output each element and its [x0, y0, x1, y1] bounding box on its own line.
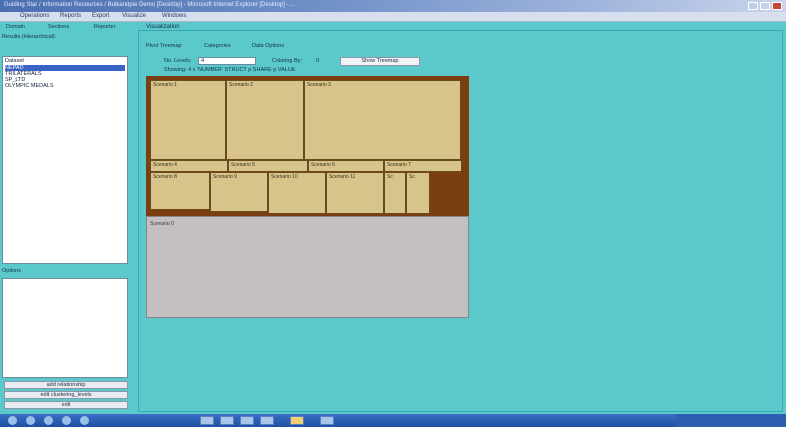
- show-treemap-button[interactable]: Show Treemap: [340, 57, 420, 66]
- edit-button[interactable]: edit: [4, 401, 128, 409]
- menu-windows[interactable]: Windows: [162, 13, 186, 19]
- taskbar-window-active[interactable]: [290, 416, 304, 425]
- taskbar-window[interactable]: [220, 416, 234, 425]
- cell-label: Sc: [409, 174, 415, 180]
- taskbar-window[interactable]: [260, 416, 274, 425]
- minimize-button[interactable]: [748, 2, 758, 10]
- results-heading: Results (Hierarchical):: [2, 34, 57, 40]
- cell-label: Scenario 1: [153, 82, 177, 88]
- taskbar-window[interactable]: [320, 416, 334, 425]
- cell-label: Scenario 10: [271, 174, 298, 180]
- cell-label: Scenario 5: [231, 162, 255, 168]
- window-title: Guiding Star / Information Resources / B…: [4, 2, 296, 8]
- treemap-frame: Scenario 1 Scenario 2 Scenario 3 Scenari…: [146, 76, 469, 216]
- options-list[interactable]: [2, 278, 128, 378]
- menu-bar: Operations Reports Export Visualize Wind…: [0, 12, 786, 22]
- cell-label: Scenario 4: [153, 162, 177, 168]
- treemap-cell[interactable]: Scenario 1: [150, 80, 226, 160]
- levels-input[interactable]: 4: [198, 57, 256, 65]
- treemap-caption: Showing: 4 x 'NUMBER' STRUCT p SHARE p V…: [164, 67, 296, 73]
- edit-clustering-button[interactable]: edit clustering_levels: [4, 391, 128, 399]
- coloring-value[interactable]: 0: [316, 58, 319, 64]
- treemap-cell[interactable]: Scenario 10: [268, 172, 326, 214]
- treemap-cell[interactable]: Scenario 8: [150, 172, 210, 210]
- list-item[interactable]: OLYMPIC MEDALS: [5, 83, 54, 89]
- browser-icon[interactable]: [26, 416, 35, 425]
- empty-region-label: Scenario 0: [150, 221, 174, 227]
- system-tray: [676, 414, 786, 427]
- menu-reports[interactable]: Reports: [60, 13, 81, 19]
- treemap-cell[interactable]: Scenario 2: [226, 80, 304, 160]
- treemap-cell[interactable]: Scenario 5: [228, 160, 308, 172]
- taskbar-window[interactable]: [240, 416, 254, 425]
- tab-pivot-treemap[interactable]: Pivot Treemap: [146, 43, 181, 49]
- cell-label: Sc: [387, 174, 393, 180]
- treemap-cell[interactable]: Scenario 3: [304, 80, 461, 160]
- treemap-cell[interactable]: Sc: [406, 172, 430, 214]
- levels-label: No. Levels:: [164, 58, 192, 64]
- cell-label: Scenario 8: [153, 174, 177, 180]
- treemap-cell[interactable]: Sc: [384, 172, 406, 214]
- treemap-cell[interactable]: Scenario 11: [326, 172, 384, 214]
- menu-export[interactable]: Export: [92, 13, 109, 19]
- tab-reporter[interactable]: Reporter: [94, 24, 115, 30]
- left-tabs: Domain Sections Reporter: [0, 24, 140, 32]
- tab-categories[interactable]: Categories: [204, 43, 231, 49]
- cell-label: Scenario 7: [387, 162, 411, 168]
- tab-domain[interactable]: Domain: [6, 24, 25, 30]
- add-relationship-button[interactable]: add relationship: [4, 381, 128, 389]
- coloring-label: Coloring By:: [272, 58, 302, 64]
- options-heading: Options: [2, 268, 21, 274]
- dataset-list[interactable]: Dataset NEPAD TRILATERALS SP_LTD OLYMPIC…: [2, 56, 128, 264]
- treemap-cell[interactable]: Scenario 6: [308, 160, 384, 172]
- list-item[interactable]: Dataset: [5, 58, 24, 64]
- taskbar: [0, 414, 786, 427]
- menu-operations[interactable]: Operations: [20, 13, 49, 19]
- cell-label: Scenario 9: [213, 174, 237, 180]
- tab-data-options[interactable]: Data Options: [252, 43, 284, 49]
- cell-label: Scenario 6: [311, 162, 335, 168]
- treemap-cell[interactable]: Scenario 4: [150, 160, 228, 172]
- taskbar-window[interactable]: [200, 416, 214, 425]
- treemap-cell[interactable]: Scenario 7: [384, 160, 462, 172]
- menu-visualize[interactable]: Visualize: [122, 13, 146, 19]
- app-icon[interactable]: [80, 416, 89, 425]
- tab-sections[interactable]: Sections: [48, 24, 69, 30]
- media-icon[interactable]: [62, 416, 71, 425]
- folder-icon[interactable]: [44, 416, 53, 425]
- start-button[interactable]: [8, 416, 17, 425]
- cell-label: Scenario 11: [329, 174, 356, 180]
- title-bar: Guiding Star / Information Resources / B…: [0, 0, 786, 12]
- treemap-empty-region[interactable]: Scenario 0: [146, 216, 469, 318]
- cell-label: Scenario 3: [307, 82, 331, 88]
- maximize-button[interactable]: [760, 2, 770, 10]
- treemap[interactable]: Scenario 1 Scenario 2 Scenario 3 Scenari…: [146, 76, 469, 318]
- treemap-cell[interactable]: Scenario 9: [210, 172, 268, 212]
- close-button[interactable]: [772, 2, 782, 10]
- levels-value: 4: [201, 58, 205, 64]
- cell-label: Scenario 2: [229, 82, 253, 88]
